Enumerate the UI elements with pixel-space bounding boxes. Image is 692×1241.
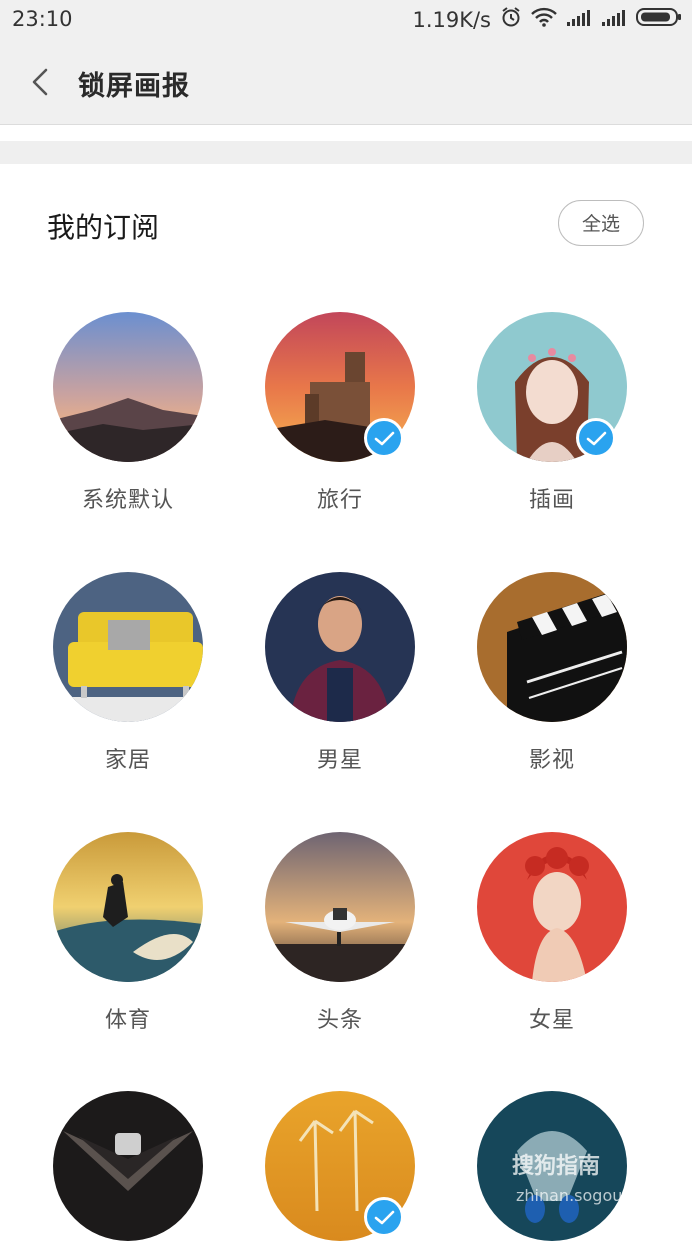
category-label: 旅行 xyxy=(316,488,363,513)
title-bar: 锁屏画报 xyxy=(0,40,692,125)
category-thumbnail xyxy=(265,572,415,722)
category-thumbnail xyxy=(477,832,627,982)
category-label: 系统默认 xyxy=(81,488,174,513)
category-label: 头条 xyxy=(316,1008,363,1033)
select-all-button[interactable]: 全选 xyxy=(558,200,644,246)
category-thumbnail xyxy=(53,1091,203,1241)
checkmark-icon xyxy=(364,1197,404,1237)
wifi-icon xyxy=(531,7,557,32)
page-title: 锁屏画报 xyxy=(78,71,190,102)
watermark-brand: 搜狗指南 xyxy=(512,1154,601,1179)
battery-icon xyxy=(636,7,682,32)
category-label: 家居 xyxy=(104,748,151,773)
category-thumbnail xyxy=(477,572,627,722)
checkmark-icon xyxy=(364,418,404,458)
watermark-url: zhinan.sogou.com xyxy=(516,1186,662,1205)
category-thumbnail xyxy=(53,312,203,462)
network-speed: 1.19K/s xyxy=(412,7,491,32)
signal-icon xyxy=(601,8,627,32)
checkmark-icon xyxy=(576,418,616,458)
signal-icon xyxy=(566,8,592,32)
section-divider xyxy=(0,141,692,164)
status-bar: 23:10 1.19K/s xyxy=(0,0,692,40)
category-thumbnail xyxy=(53,832,203,982)
section-title: 我的订阅 xyxy=(47,211,160,244)
category-label: 体育 xyxy=(104,1008,151,1033)
category-label: 女星 xyxy=(528,1008,575,1033)
category-label: 插画 xyxy=(528,488,575,513)
category-label: 影视 xyxy=(528,748,575,773)
chevron-left-icon xyxy=(32,68,48,96)
category-thumbnail xyxy=(53,572,203,722)
category-thumbnail xyxy=(265,832,415,982)
alarm-icon xyxy=(500,6,522,33)
back-button[interactable] xyxy=(26,62,56,102)
status-time: 23:10 xyxy=(12,7,73,31)
category-label: 男星 xyxy=(316,748,363,773)
